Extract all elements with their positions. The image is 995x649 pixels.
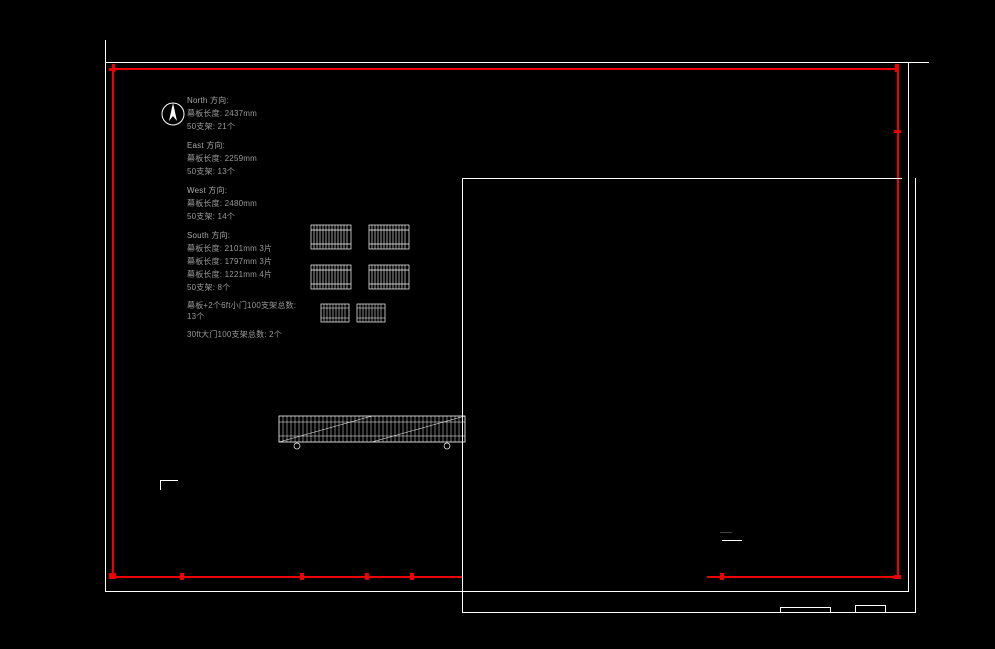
building-outline-right [915, 178, 916, 613]
south-row1: 幕板长度: 2101mm 3片 [187, 242, 297, 255]
misc-mark [722, 540, 742, 541]
post [720, 573, 724, 580]
big-gate-note: 30ft大门100支架总数: 2个 [187, 328, 297, 341]
fence-panel-icon [368, 220, 410, 254]
south-row3: 幕板长度: 1221mm 4片 [187, 268, 297, 281]
fence-panel-icon [310, 220, 352, 254]
building-outline-left [462, 178, 463, 613]
north-panel-len: 幕板长度: 2437mm [187, 107, 297, 120]
small-gate-note: 幕板+2个6ft小门100支架总数: 13个 [187, 300, 297, 322]
frame-top-extension [907, 62, 929, 63]
building-step [885, 605, 886, 613]
building-step [855, 605, 856, 613]
cad-canvas: —— North 方向: 幕板长度: 2437mm 50支架: 21个 East… [0, 0, 995, 649]
west-bracket: 50支架: 14个 [187, 210, 297, 223]
west-header: West 方向: [187, 184, 297, 197]
misc-label: —— [720, 530, 732, 536]
north-bracket: 50支架: 21个 [187, 120, 297, 133]
east-bracket: 50支架: 13个 [187, 165, 297, 178]
building-step [780, 607, 781, 613]
notes-block: North 方向: 幕板长度: 2437mm 50支架: 21个 East 方向… [187, 94, 297, 341]
east-header: East 方向: [187, 139, 297, 152]
post [109, 68, 116, 71]
left-step [160, 480, 161, 490]
building-step [855, 605, 885, 606]
post [894, 130, 901, 133]
east-panel-len: 幕板长度: 2259mm [187, 152, 297, 165]
fence-panel-icon [368, 260, 410, 294]
post [894, 575, 901, 579]
fence-east [897, 68, 899, 578]
west-panel-len: 幕板长度: 2480mm [187, 197, 297, 210]
post [410, 573, 414, 580]
building-outline-bottom [462, 612, 916, 613]
south-header: South 方向: [187, 229, 297, 242]
south-bracket: 50支架: 8个 [187, 281, 297, 294]
south-row2: 幕板长度: 1797mm 3片 [187, 255, 297, 268]
south-gate-opening [455, 575, 715, 579]
fence-panel-small-icon [356, 300, 386, 326]
post [180, 573, 184, 580]
fence-north [112, 68, 899, 70]
fence-west [112, 68, 114, 578]
left-step [160, 480, 178, 481]
building-step [830, 607, 831, 613]
fence-panel-icon [310, 260, 352, 294]
post [109, 573, 116, 579]
north-arrow-icon [160, 101, 186, 127]
large-gate-icon [277, 408, 467, 450]
post [895, 64, 899, 72]
north-header: North 方向: [187, 94, 297, 107]
post [300, 573, 304, 580]
post [365, 573, 369, 580]
frame-left-extension [105, 40, 106, 62]
fence-panel-small-icon [320, 300, 350, 326]
gate-post [707, 576, 715, 578]
building-step [780, 607, 830, 608]
building-outline-top [462, 178, 902, 179]
